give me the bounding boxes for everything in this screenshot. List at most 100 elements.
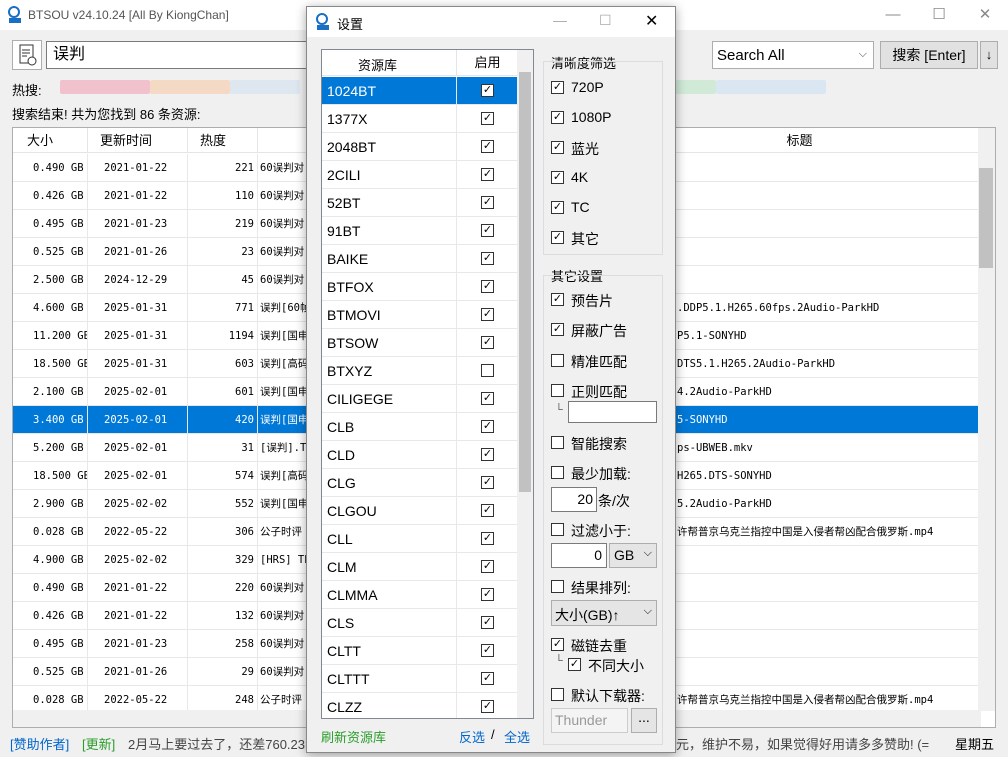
hot-tag-blurred[interactable] xyxy=(150,80,230,94)
checkbox[interactable]: ✓ xyxy=(481,560,494,573)
sort-select[interactable]: 大小(GB)↑ ⌵ xyxy=(551,600,657,626)
hot-tag-blurred[interactable] xyxy=(60,80,150,94)
checkbox[interactable]: ✓ xyxy=(551,81,564,94)
checkbox[interactable]: ✓ xyxy=(481,448,494,461)
checkbox[interactable]: ✓ xyxy=(551,293,564,306)
search-button[interactable]: 搜索 [Enter] xyxy=(880,41,978,69)
enabled-col-header[interactable]: 启用 xyxy=(456,50,518,76)
checkbox[interactable]: ✓ xyxy=(481,252,494,265)
checkbox[interactable] xyxy=(551,466,564,479)
min-load-input[interactable]: 20 xyxy=(551,487,597,512)
close-button[interactable]: ✕ xyxy=(962,0,1008,30)
minimize-button[interactable]: — xyxy=(870,0,916,30)
source-row[interactable]: CILIGEGE ✓ xyxy=(322,385,518,413)
checkbox[interactable]: ✓ xyxy=(551,141,564,154)
source-row[interactable]: CLL ✓ xyxy=(322,525,518,553)
checkbox[interactable]: ✓ xyxy=(481,588,494,601)
checkbox[interactable]: ✓ xyxy=(481,308,494,321)
source-row[interactable]: CLMMA ✓ xyxy=(322,581,518,609)
source-row[interactable]: BTMOVI ✓ xyxy=(322,301,518,329)
regex-input[interactable] xyxy=(568,401,657,423)
dialog-maximize-icon[interactable]: ☐ xyxy=(599,12,612,29)
source-row[interactable]: CLTTT ✓ xyxy=(322,665,518,693)
source-row[interactable]: CLTT ✓ xyxy=(322,637,518,665)
checkbox[interactable]: ✓ xyxy=(481,476,494,489)
source-row[interactable]: BAIKE ✓ xyxy=(322,245,518,273)
source-row[interactable]: 2048BT ✓ xyxy=(322,133,518,161)
checkbox[interactable]: ✓ xyxy=(481,700,494,713)
checkbox[interactable]: ✓ xyxy=(481,532,494,545)
checkbox[interactable]: ✓ xyxy=(481,224,494,237)
engine-select[interactable]: Search All ⌵ xyxy=(712,41,874,69)
hot-tag-blurred[interactable] xyxy=(230,80,300,94)
checkbox[interactable] xyxy=(551,688,564,701)
source-row[interactable]: CLGOU ✓ xyxy=(322,497,518,525)
checkbox[interactable]: ✓ xyxy=(481,196,494,209)
source-row[interactable]: CLS ✓ xyxy=(322,609,518,637)
checkbox[interactable]: ✓ xyxy=(481,392,494,405)
source-row[interactable]: CLB ✓ xyxy=(322,413,518,441)
source-list-scrollbar[interactable] xyxy=(517,50,533,718)
checkbox[interactable] xyxy=(551,523,564,536)
checkbox[interactable] xyxy=(551,384,564,397)
source-row[interactable]: BTFOX ✓ xyxy=(322,273,518,301)
source-row[interactable]: 1377X ✓ xyxy=(322,105,518,133)
checkbox[interactable] xyxy=(551,580,564,593)
search-input[interactable]: 误判 xyxy=(46,41,308,69)
col-time-header[interactable]: 更新时间 xyxy=(88,128,188,153)
maximize-button[interactable]: ☐ xyxy=(916,0,962,30)
browse-button[interactable]: ... xyxy=(631,708,657,733)
dialog-close-icon[interactable]: ✕ xyxy=(645,11,658,31)
hot-tag-blurred[interactable] xyxy=(676,80,716,94)
source-row[interactable]: 2CILI ✓ xyxy=(322,161,518,189)
source-row[interactable]: BTXYZ xyxy=(322,357,518,385)
dialog-minimize-icon[interactable]: — xyxy=(553,12,567,28)
filter-size-input[interactable]: 0 xyxy=(551,543,607,568)
source-row[interactable]: CLD ✓ xyxy=(322,441,518,469)
checkbox[interactable]: ✓ xyxy=(481,84,494,97)
source-row[interactable]: BTSOW ✓ xyxy=(322,329,518,357)
vertical-scrollbar[interactable] xyxy=(978,128,995,711)
source-row[interactable]: CLM ✓ xyxy=(322,553,518,581)
checkbox[interactable]: ✓ xyxy=(551,111,564,124)
checkbox[interactable]: ✓ xyxy=(551,323,564,336)
col-size-header[interactable]: 大小 xyxy=(13,128,88,153)
invert-selection-link[interactable]: 反选 xyxy=(459,727,485,746)
checkbox[interactable]: ✓ xyxy=(481,336,494,349)
checkbox[interactable]: ✓ xyxy=(481,280,494,293)
checkbox[interactable] xyxy=(481,364,494,377)
download-arrow-button[interactable]: ↓ xyxy=(980,41,998,69)
source-row[interactable]: 1024BT ✓ xyxy=(322,77,518,105)
checkbox[interactable]: ✓ xyxy=(551,638,564,651)
source-row[interactable]: CLG ✓ xyxy=(322,469,518,497)
col-heat-header[interactable]: 热度 xyxy=(188,128,258,153)
checkbox[interactable]: ✓ xyxy=(481,420,494,433)
checkbox[interactable]: ✓ xyxy=(481,672,494,685)
filter-unit-select[interactable]: GB ⌵ xyxy=(609,543,657,568)
refresh-sources-link[interactable]: 刷新资源库 xyxy=(321,727,386,746)
checkbox[interactable]: ✓ xyxy=(551,171,564,184)
hot-tag-blurred[interactable] xyxy=(716,80,826,94)
source-row[interactable]: 91BT ✓ xyxy=(322,217,518,245)
checkbox[interactable] xyxy=(551,436,564,449)
downloader-input[interactable]: Thunder xyxy=(551,708,628,733)
scrollbar-thumb[interactable] xyxy=(979,168,993,268)
sponsor-link[interactable]: [赞助作者] xyxy=(10,733,69,757)
checkbox[interactable]: ✓ xyxy=(481,140,494,153)
source-row[interactable]: CLZZ ✓ xyxy=(322,693,518,718)
checkbox[interactable]: ✓ xyxy=(551,231,564,244)
source-settings-button[interactable] xyxy=(12,40,42,70)
source-row[interactable]: 52BT ✓ xyxy=(322,189,518,217)
checkbox[interactable]: ✓ xyxy=(481,504,494,517)
checkbox[interactable]: ✓ xyxy=(568,658,581,671)
checkbox[interactable]: ✓ xyxy=(481,644,494,657)
checkbox[interactable] xyxy=(551,354,564,367)
update-link[interactable]: [更新] xyxy=(82,733,115,757)
checkbox[interactable]: ✓ xyxy=(551,201,564,214)
checkbox[interactable]: ✓ xyxy=(481,112,494,125)
checkbox[interactable]: ✓ xyxy=(481,616,494,629)
source-col-header[interactable]: 资源库 xyxy=(358,55,397,74)
scrollbar-thumb[interactable] xyxy=(519,72,531,492)
select-all-link[interactable]: 全选 xyxy=(504,727,530,746)
checkbox[interactable]: ✓ xyxy=(481,168,494,181)
